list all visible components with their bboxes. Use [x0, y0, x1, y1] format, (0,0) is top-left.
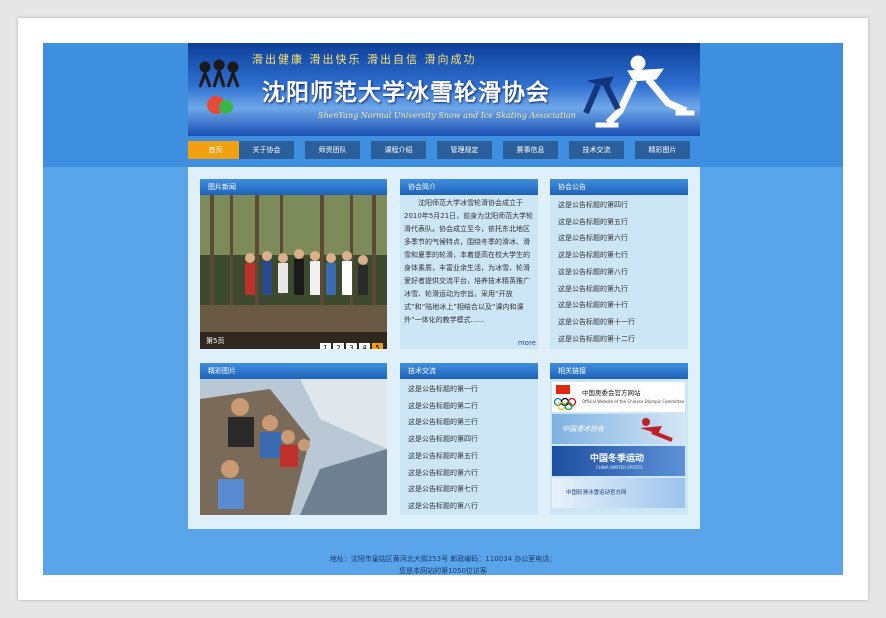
gallery-panel: 精彩图片	[200, 363, 387, 515]
nav-events[interactable]: 赛事信息	[503, 141, 558, 159]
notices-list: 这是公告标题的第四行 这是公告标题的第五行 这是公告标题的第六行 这是公告标题的…	[558, 197, 635, 347]
link-winter-sub: CHINA WINTER SPORTS	[596, 465, 643, 470]
tech-panel: 技术交流 这是公告标题的第一行 这是公告标题的第二行 这是公告标题的第三行 这是…	[400, 363, 538, 515]
content-area: 图片新闻 第5页 1 2 3 4 5 协会简介 沈阳师范大学冰雪轮滑协会成立于2…	[188, 167, 700, 529]
tech-item[interactable]: 这是公告标题的第四行	[408, 431, 478, 448]
link-skating-association[interactable]: 中国滑冰协会	[552, 414, 685, 444]
main-nav: 首页 关于协会 师资团队 课程介绍 管理规定 赛事信息 技术交流 精彩图片	[188, 141, 700, 161]
link-roller-ice-site[interactable]: 中国轮滑冰雪运动官方网	[552, 478, 685, 508]
tech-item[interactable]: 这是公告标题的第一行	[408, 381, 478, 398]
tech-item[interactable]: 这是公告标题的第五行	[408, 448, 478, 465]
photo-news-image[interactable]: 第5页 12345	[200, 195, 387, 349]
pager-1[interactable]: 1	[320, 343, 331, 349]
link-olympic-committee[interactable]: 中国奥委会官方网站 Official Website of the Chines…	[552, 382, 685, 412]
association-logo	[198, 59, 240, 114]
page-footer: 地址：沈阳市皇姑区黄河北大街253号 邮政编码：110034 办公室电话： 您是…	[43, 553, 843, 575]
link-china-winter-sports[interactable]: 中国冬季运动 CHINA WINTER SPORTS	[552, 446, 685, 476]
links-panel: 相关链接 中国奥委会官方网站 Official Website of the C…	[550, 363, 688, 515]
notices-header: 协会公告	[550, 179, 688, 195]
site-title: 沈阳师范大学冰雪轮滑协会	[262, 79, 550, 106]
photo-pager: 12345	[318, 335, 383, 349]
pager-5[interactable]: 5	[372, 343, 383, 349]
notice-item[interactable]: 这是公告标题的第十行	[558, 297, 635, 314]
tech-item[interactable]: 这是公告标题的第三行	[408, 414, 478, 431]
link-skating-label: 中国滑冰协会	[562, 425, 604, 433]
nav-gallery[interactable]: 精彩图片	[635, 141, 690, 159]
nav-courses[interactable]: 课程介绍	[371, 141, 426, 159]
tech-header: 技术交流	[400, 363, 538, 379]
notice-item[interactable]: 这是公告标题的第十一行	[558, 314, 635, 331]
pager-3[interactable]: 3	[346, 343, 357, 349]
tech-list: 这是公告标题的第一行 这是公告标题的第二行 这是公告标题的第三行 这是公告标题的…	[408, 381, 478, 515]
photo-caption: 第5页	[206, 337, 225, 345]
tech-item[interactable]: 这是公告标题的第七行	[408, 481, 478, 498]
intro-text: 沈阳师范大学冰雪轮滑协会成立于2010年5月21日，前身为沈阳师范大学轮滑代表队…	[404, 199, 534, 324]
photo-caption-bar: 第5页 12345	[200, 332, 387, 349]
tech-item[interactable]: 这是公告标题的第二行	[408, 398, 478, 415]
link-olympic-sub: Official Website of the Chinese Olympic …	[582, 399, 685, 404]
intro-more-link[interactable]: more	[518, 339, 536, 347]
link-roller-label: 中国轮滑冰雪运动官方网	[566, 490, 627, 496]
tech-item[interactable]: 这是公告标题的第八行	[408, 498, 478, 515]
pager-2[interactable]: 2	[333, 343, 344, 349]
notice-item[interactable]: 这是公告标题的第六行	[558, 230, 635, 247]
link-olympic-label: 中国奥委会官方网站	[582, 389, 641, 397]
footer-visits: 您是本网站的第1050位访客	[399, 567, 487, 575]
nav-regulations[interactable]: 管理规定	[437, 141, 492, 159]
photo-news-header: 图片新闻	[200, 179, 387, 195]
intro-header: 协会简介	[400, 179, 538, 195]
links-header: 相关链接	[550, 363, 688, 379]
link-winter-label: 中国冬季运动	[590, 454, 645, 464]
intro-panel: 协会简介 沈阳师范大学冰雪轮滑协会成立于2010年5月21日，前身为沈阳师范大学…	[400, 179, 538, 349]
notice-item[interactable]: 这是公告标题的第四行	[558, 197, 635, 214]
forest-group-photo	[200, 195, 387, 349]
notice-item[interactable]: 这是公告标题的第九行	[558, 281, 635, 298]
nav-tech[interactable]: 技术交流	[569, 141, 624, 159]
site-banner: 滑出健康 滑出快乐 滑出自信 滑向成功 沈阳师范大学冰雪轮滑协会 ShenYan…	[188, 43, 700, 136]
screenshot-frame: 滑出健康 滑出快乐 滑出自信 滑向成功 沈阳师范大学冰雪轮滑协会 ShenYan…	[18, 18, 868, 600]
banner-slogan: 滑出健康 滑出快乐 滑出自信 滑向成功	[252, 53, 477, 66]
skater-illustration	[583, 55, 695, 128]
skater-figure-icon	[640, 418, 673, 442]
footer-address: 地址：沈阳市皇姑区黄河北大街253号 邮政编码：110034 办公室电话：	[329, 555, 557, 563]
notice-item[interactable]: 这是公告标题的第七行	[558, 247, 635, 264]
notice-item[interactable]: 这是公告标题的第十二行	[558, 331, 635, 348]
boat-group-photo	[200, 379, 387, 515]
site-subtitle: ShenYang Normal University Snow and Ice …	[318, 111, 576, 120]
pager-4[interactable]: 4	[359, 343, 370, 349]
notice-item[interactable]: 这是公告标题的第五行	[558, 214, 635, 231]
nav-about[interactable]: 关于协会	[239, 141, 294, 159]
photo-news-panel: 图片新闻 第5页 1 2 3 4 5	[200, 179, 387, 349]
notices-panel: 协会公告 这是公告标题的第四行 这是公告标题的第五行 这是公告标题的第六行 这是…	[550, 179, 688, 349]
tech-item[interactable]: 这是公告标题的第六行	[408, 465, 478, 482]
nav-home[interactable]: 首页	[188, 141, 243, 159]
nav-faculty[interactable]: 师资团队	[305, 141, 360, 159]
web-page: 滑出健康 滑出快乐 滑出自信 滑向成功 沈阳师范大学冰雪轮滑协会 ShenYan…	[43, 43, 843, 575]
gallery-header: 精彩图片	[200, 363, 387, 379]
gallery-image[interactable]	[200, 379, 387, 515]
notice-item[interactable]: 这是公告标题的第八行	[558, 264, 635, 281]
